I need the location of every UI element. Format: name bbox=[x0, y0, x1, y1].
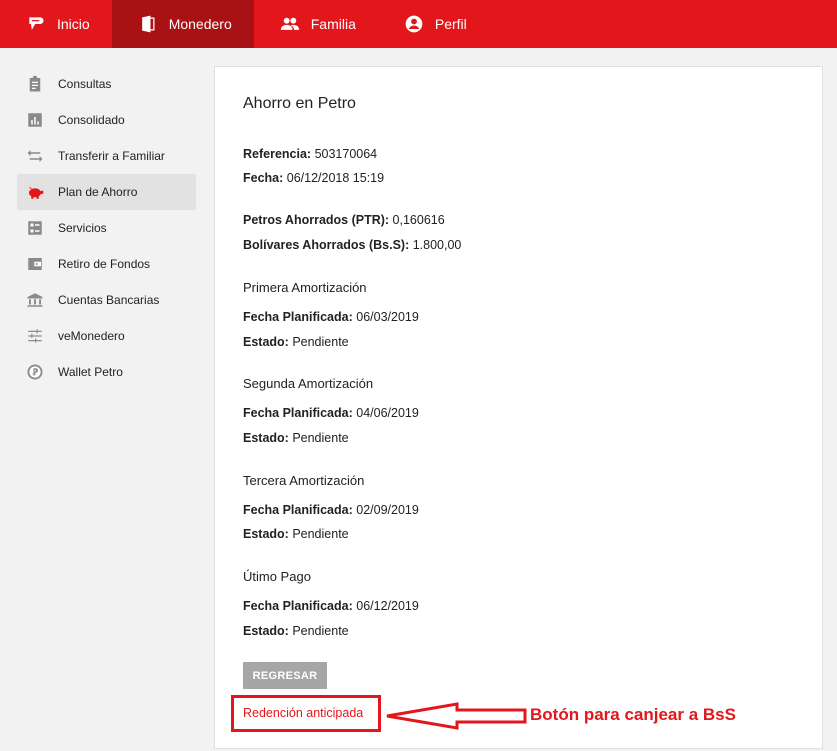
sidebar-item-label: Plan de Ahorro bbox=[58, 185, 138, 199]
amortization-status-row: Estado: Pendiente bbox=[243, 335, 349, 349]
withdraw-icon bbox=[28, 258, 42, 270]
amortization-title: Segunda Amortización bbox=[243, 376, 374, 391]
sidebar-item-label: Consolidado bbox=[58, 113, 125, 127]
nav-perfil-label: Perfil bbox=[434, 16, 467, 32]
services-icon bbox=[28, 221, 42, 235]
swap-arrows-icon bbox=[27, 150, 43, 162]
sidebar-item-label: Consultas bbox=[58, 77, 112, 91]
wallet-icon bbox=[141, 15, 155, 33]
fecha-planificada-value: 06/12/2019 bbox=[352, 599, 419, 613]
sidebar-item-label: Transferir a Familiar bbox=[58, 149, 165, 163]
sidebar-item-servicios[interactable]: Servicios bbox=[17, 210, 196, 246]
petros-value: 0,160616 bbox=[389, 213, 445, 227]
bolivares-label: Bolívares Ahorrados (Bs.S): bbox=[243, 238, 410, 252]
sidebar-item-label: Wallet Petro bbox=[58, 365, 123, 379]
estado-label: Estado: bbox=[243, 624, 289, 638]
estado-label: Estado: bbox=[243, 431, 289, 445]
amortization-date-row: Fecha Planificada: 04/06/2019 bbox=[243, 406, 419, 420]
annotation-arrow-icon bbox=[386, 702, 527, 730]
amortization-status-row: Estado: Pendiente bbox=[243, 527, 349, 541]
bolivares-row: Bolívares Ahorrados (Bs.S): 1.800,00 bbox=[243, 238, 461, 252]
fecha-label: Fecha: bbox=[243, 171, 284, 185]
profile-icon bbox=[405, 15, 423, 33]
petro-coin-icon bbox=[27, 364, 43, 380]
savings-detail-card: Ahorro en Petro Referencia: 503170064 Fe… bbox=[214, 66, 823, 749]
sidebar-item-consultas[interactable]: Consultas bbox=[17, 66, 196, 102]
estado-value: Pendiente bbox=[288, 624, 349, 638]
sidebar-item-transferir[interactable]: Transferir a Familiar bbox=[17, 138, 196, 174]
estado-value: Pendiente bbox=[288, 527, 349, 541]
sidebar-item-wallet-petro[interactable]: Wallet Petro bbox=[17, 354, 196, 390]
piggy-bank-icon bbox=[29, 186, 44, 199]
back-button[interactable]: REGRESAR bbox=[243, 662, 327, 689]
fecha-planificada-label: Fecha Planificada: bbox=[243, 503, 353, 517]
referencia-value: 503170064 bbox=[311, 147, 378, 161]
sidebar-item-plan-de-ahorro[interactable]: Plan de Ahorro bbox=[17, 174, 196, 210]
sidebar: Consultas Consolidado Transferir a Famil… bbox=[17, 66, 196, 390]
petros-row: Petros Ahorrados (PTR): 0,160616 bbox=[243, 213, 445, 227]
amortization-status-row: Estado: Pendiente bbox=[243, 624, 349, 638]
family-icon bbox=[280, 17, 299, 30]
fecha-planificada-label: Fecha Planificada: bbox=[243, 406, 353, 420]
referencia-label: Referencia: bbox=[243, 147, 312, 161]
bank-icon bbox=[27, 293, 43, 307]
sidebar-item-retiro[interactable]: Retiro de Fondos bbox=[17, 246, 196, 282]
petros-label: Petros Ahorrados (PTR): bbox=[243, 213, 390, 227]
fecha-row: Fecha: 06/12/2018 15:19 bbox=[243, 171, 384, 185]
fecha-value: 06/12/2018 15:19 bbox=[283, 171, 385, 185]
annotation-caption: Botón para canjear a BsS bbox=[530, 705, 736, 724]
fecha-planificada-value: 04/06/2019 bbox=[352, 406, 419, 420]
fecha-planificada-label: Fecha Planificada: bbox=[243, 310, 353, 324]
sidebar-item-vemonedero[interactable]: veMonedero bbox=[17, 318, 196, 354]
sidebar-item-consolidado[interactable]: Consolidado bbox=[17, 102, 196, 138]
sidebar-item-cuentas-bancarias[interactable]: Cuentas Bancarias bbox=[17, 282, 196, 318]
bolivares-value: 1.800,00 bbox=[409, 238, 462, 252]
estado-label: Estado: bbox=[243, 335, 289, 349]
amortization-title: Útimo Pago bbox=[243, 569, 311, 584]
top-navbar: Inicio Monedero Familia Perfil bbox=[0, 0, 837, 48]
fecha-planificada-label: Fecha Planificada: bbox=[243, 599, 353, 613]
amortization-date-row: Fecha Planificada: 02/09/2019 bbox=[243, 503, 419, 517]
clipboard-icon bbox=[29, 75, 41, 92]
sidebar-item-label: Servicios bbox=[58, 221, 107, 235]
sliders-icon bbox=[28, 329, 42, 343]
estado-label: Estado: bbox=[243, 527, 289, 541]
amortization-status-row: Estado: Pendiente bbox=[243, 431, 349, 445]
early-redemption-link[interactable]: Redención anticipada bbox=[243, 706, 363, 720]
referencia-row: Referencia: 503170064 bbox=[243, 147, 377, 161]
bar-chart-icon bbox=[28, 113, 42, 127]
card-title: Ahorro en Petro bbox=[243, 95, 356, 112]
sidebar-item-label: veMonedero bbox=[58, 329, 125, 343]
estado-value: Pendiente bbox=[288, 431, 349, 445]
estado-value: Pendiente bbox=[288, 335, 349, 349]
amortization-date-row: Fecha Planificada: 06/03/2019 bbox=[243, 310, 419, 324]
amortization-title: Tercera Amortización bbox=[243, 473, 365, 488]
nav-inicio[interactable]: Inicio bbox=[0, 0, 112, 48]
sidebar-item-label: Retiro de Fondos bbox=[58, 257, 151, 271]
nav-monedero[interactable]: Monedero bbox=[111, 0, 254, 48]
nav-monedero-label: Monedero bbox=[168, 16, 232, 32]
sidebar-item-label: Cuentas Bancarias bbox=[58, 293, 160, 307]
nav-familia[interactable]: Familia bbox=[254, 0, 378, 48]
nav-perfil[interactable]: Perfil bbox=[378, 0, 489, 48]
fecha-planificada-value: 02/09/2019 bbox=[352, 503, 419, 517]
nav-inicio-label: Inicio bbox=[57, 16, 90, 32]
amortization-title: Primera Amortización bbox=[243, 280, 367, 295]
nav-familia-label: Familia bbox=[310, 16, 356, 32]
amortization-date-row: Fecha Planificada: 06/12/2019 bbox=[243, 599, 419, 613]
fecha-planificada-value: 06/03/2019 bbox=[352, 310, 419, 324]
logo-icon bbox=[29, 17, 44, 30]
